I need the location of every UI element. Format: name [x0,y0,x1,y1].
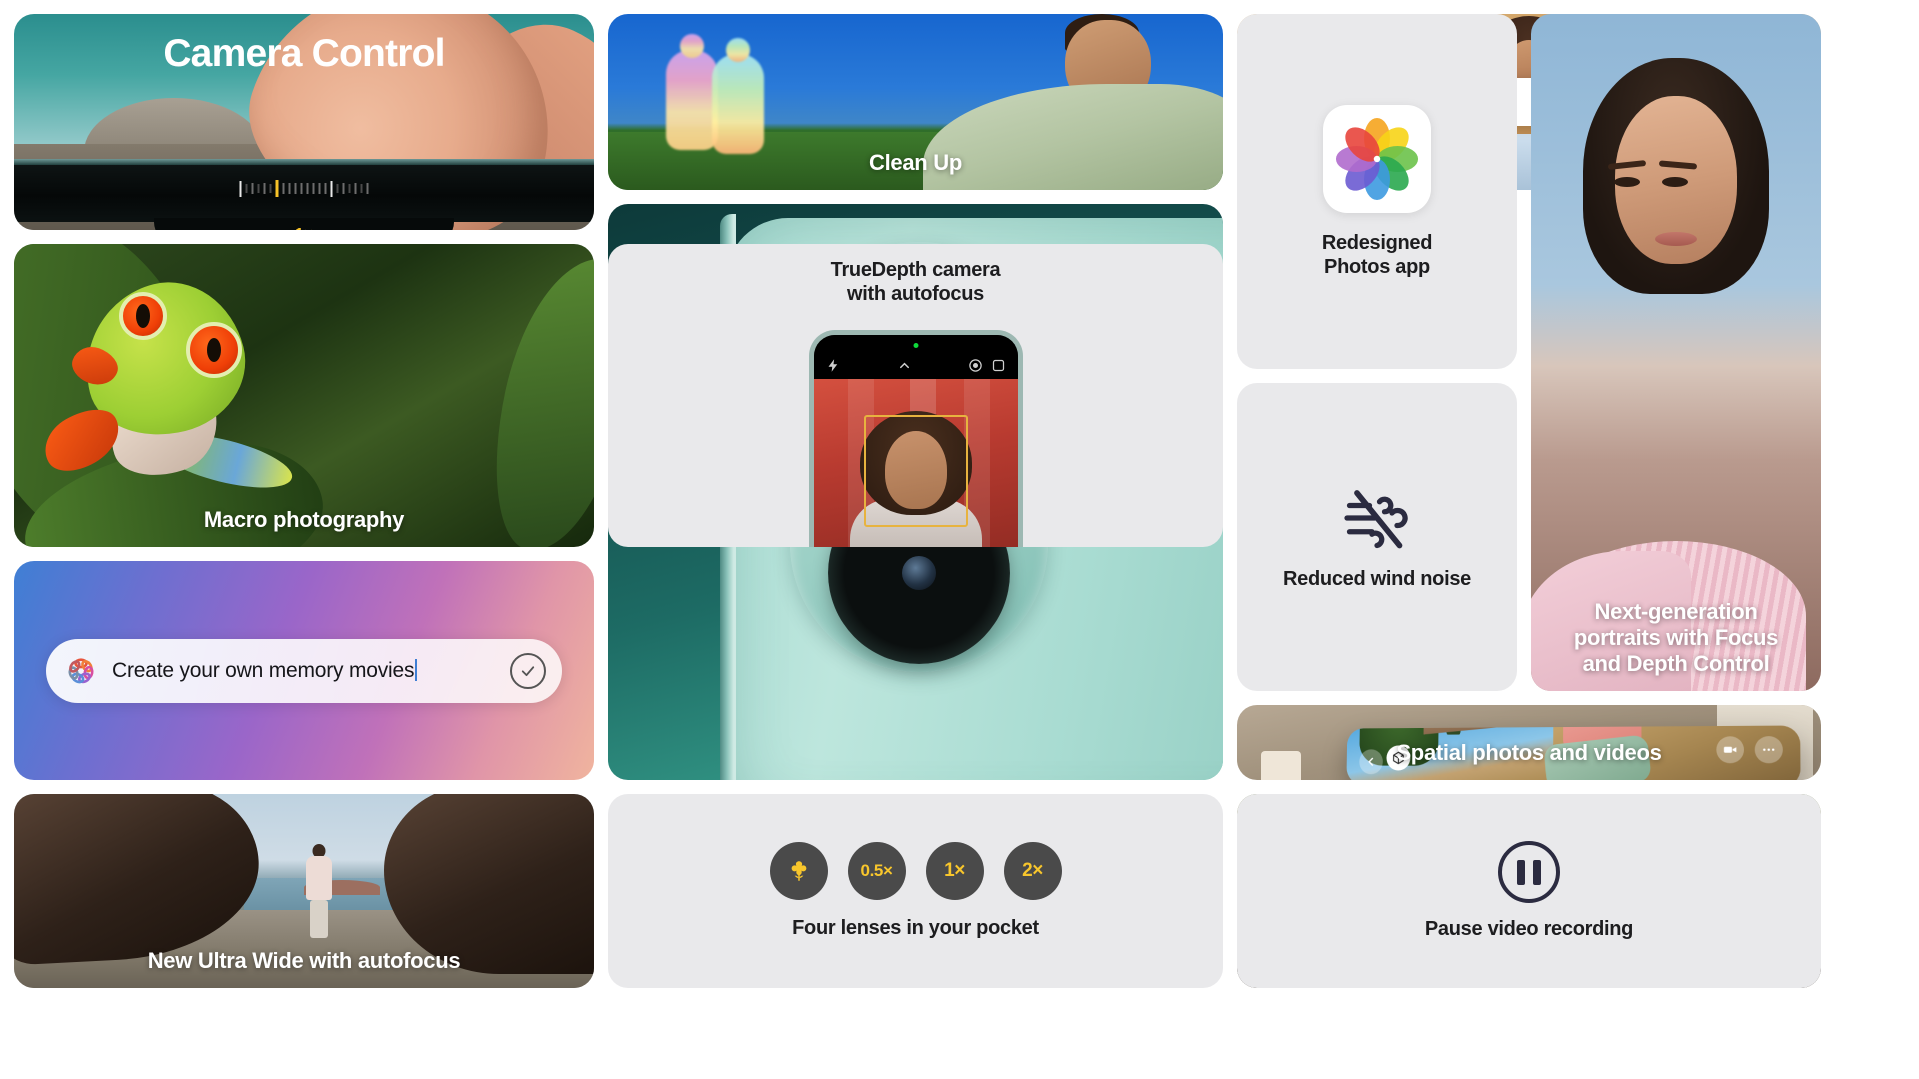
memory-prompt-input[interactable]: Create your own memory movies [112,658,496,683]
tile-truedepth-camera[interactable]: TrueDepth camera with autofocus [608,244,1223,547]
camera-control-title: Camera Control [163,32,445,75]
lenses-caption: Four lenses in your pocket [792,917,1039,939]
photos-app-icon [1323,104,1431,213]
portrait-caption: Next-generation portraits with Focus and… [1531,599,1821,677]
eye-shape [1662,177,1688,187]
chevron-up-icon[interactable] [897,358,912,373]
camera-indicator-dot [913,343,918,348]
eye-shape [1614,177,1640,187]
wind-caption: Reduced wind noise [1283,568,1471,590]
camera-toolbar [813,335,1018,379]
lens-2x-button[interactable]: 2× [1003,842,1062,900]
zoom-level-label: 1× [295,226,313,230]
pause-circle-icon[interactable] [1498,841,1560,903]
tile-reduced-wind-noise[interactable]: Reduced wind noise [1237,383,1517,691]
macro-flower-icon [791,861,806,881]
lens-selector-row[interactable]: 0.5× 1× 2× [769,842,1062,900]
camera-viewfinder [813,379,1018,547]
autofocus-box [863,415,968,527]
memory-prompt-value: Create your own memory movies [112,658,415,682]
tile-next-generation-portraits[interactable]: Next-generation portraits with Focus and… [1531,14,1821,691]
ultra-wide-caption: New Ultra Wide with autofocus [147,948,461,974]
lens-1x-button[interactable]: 1× [925,842,984,900]
tile-four-lenses[interactable]: 0.5× 1× 2× Four lenses in your pocket [608,794,1223,988]
truedepth-caption-line2: with autofocus [847,283,984,305]
cleanup-highlight-person [666,34,718,150]
wind-slash-icon [1344,490,1408,549]
phone-edge [14,159,594,230]
photos-app-caption-line1: Redesigned [1321,231,1433,254]
tile-spatial-photos-videos[interactable]: Spatial photos and videos [1237,705,1821,780]
tile-clean-up[interactable]: Clean Up [608,14,1223,190]
spatial-caption: Spatial photos and videos [1396,740,1662,766]
clean-up-caption: Clean Up [869,150,962,176]
frog-eye [119,292,167,340]
macro-caption: Macro photography [203,507,405,533]
portrait-caption-line3: and Depth Control [1582,651,1770,677]
tile-new-ultra-wide[interactable]: New Ultra Wide with autofocus [14,794,594,988]
photos-app-caption: Redesigned Photos app [1321,231,1433,279]
checkmark-circle-icon[interactable] [510,652,546,689]
lens-0-5x-button[interactable]: 0.5× [847,842,906,900]
cleanup-highlight-person [712,38,764,154]
photos-app-caption-line2: Photos app [1324,255,1430,278]
memory-prompt-field[interactable]: Create your own memory movies [46,638,562,703]
live-photo-icon[interactable] [968,358,983,373]
pause-caption: Pause video recording [1424,918,1634,940]
portrait-caption-line2: portraits with Focus [1573,625,1779,651]
tile-redesigned-photos-app[interactable]: Redesigned Photos app [1237,14,1517,369]
tile-macro-photography[interactable]: Macro photography [14,244,594,547]
lens-macro-button[interactable] [769,842,828,900]
truedepth-caption: TrueDepth camera with autofocus [608,258,1223,306]
lips-shape [1655,232,1697,246]
standing-person [306,844,332,938]
tile-camera-control[interactable]: Camera Control 1× [14,14,594,230]
text-caret [415,658,418,681]
aspect-ratio-icon[interactable] [991,358,1006,373]
tile-memory-movies[interactable]: Create your own memory movies [14,561,594,780]
portrait-caption-line1: Next-generation [1594,599,1758,625]
truedepth-caption-line1: TrueDepth camera [830,259,1001,281]
frog-eye [186,322,242,378]
feature-grid: Camera Control 1× Clean Up [0,0,1919,1079]
apple-intelligence-loop-icon [68,657,94,683]
iphone-mockup [808,330,1023,547]
flash-icon[interactable] [826,358,841,373]
zoom-slider[interactable] [239,180,369,197]
tile-pause-video-recording[interactable]: Pause video recording [1237,794,1821,988]
